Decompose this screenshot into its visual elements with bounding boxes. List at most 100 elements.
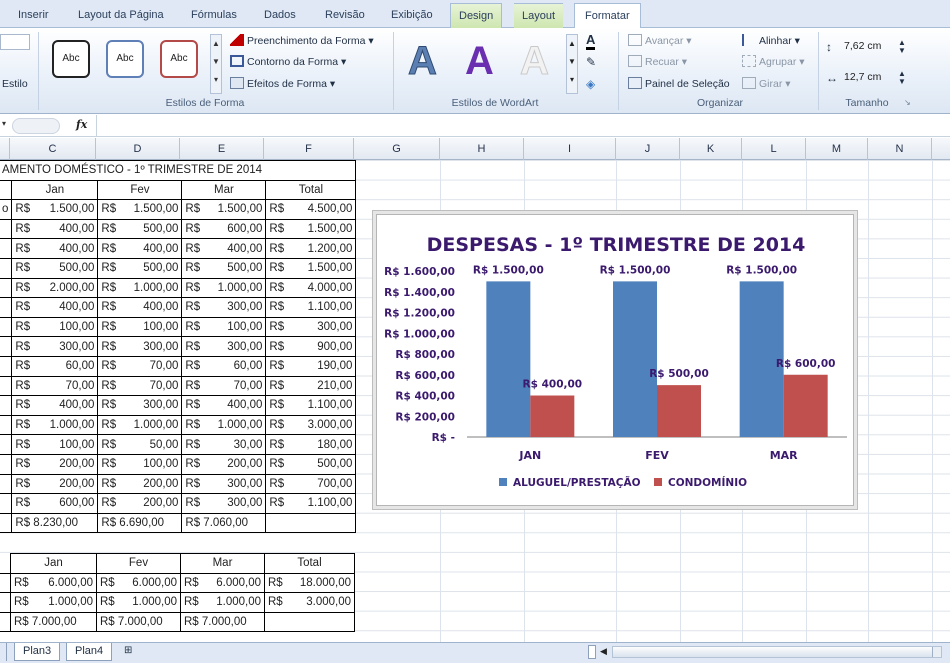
table-cell[interactable]: R$ 400,00 bbox=[181, 238, 267, 259]
table-cell[interactable]: R$ 1.100,00 bbox=[265, 297, 357, 318]
horizontal-scrollbar[interactable] bbox=[612, 646, 942, 658]
table-cell[interactable]: R$ 400,00 bbox=[11, 395, 99, 416]
tab-dados[interactable]: Dados bbox=[264, 6, 296, 28]
table-cell[interactable]: R$ 100,00 bbox=[11, 316, 99, 338]
table-cell[interactable]: R$ 1.000,00 bbox=[11, 414, 99, 436]
summary-cell[interactable]: R$ 6.000,00 bbox=[180, 572, 265, 594]
table-cell[interactable]: R$ 600,00 bbox=[181, 218, 267, 240]
dialog-launcher-icon[interactable]: ↘ bbox=[904, 98, 911, 107]
summary-header-mar[interactable]: Mar bbox=[180, 553, 265, 574]
column-header-h[interactable]: H bbox=[440, 138, 524, 160]
table-cell[interactable]: R$ 190,00 bbox=[265, 355, 357, 377]
truncated-label[interactable]: o bbox=[0, 199, 13, 220]
summary-header-total[interactable]: Total bbox=[264, 553, 355, 574]
summary-cell[interactable]: R$ 1.000,00 bbox=[10, 592, 97, 613]
table-cell[interactable]: R$ 600,00 bbox=[11, 493, 99, 514]
total-cell[interactable]: R$ 6.690,00 bbox=[97, 512, 183, 534]
text-fill-button[interactable]: A bbox=[586, 32, 596, 50]
align-button[interactable]: Alinhar ▾ bbox=[742, 34, 800, 47]
scrollbar-thumb[interactable] bbox=[613, 647, 933, 657]
summary-cell[interactable]: R$ 6.000,00 bbox=[10, 572, 97, 594]
table-cell[interactable]: R$ 210,00 bbox=[265, 375, 357, 397]
column-header-g[interactable]: G bbox=[354, 138, 440, 160]
table-cell[interactable]: R$ 1.000,00 bbox=[181, 414, 267, 436]
table-cell[interactable]: R$ 60,00 bbox=[181, 355, 267, 377]
table-cell[interactable]: R$ 4.000,00 bbox=[265, 277, 357, 299]
column-header-n[interactable]: N bbox=[868, 138, 932, 160]
table-cell[interactable]: R$ 400,00 bbox=[11, 238, 99, 259]
summary-cell[interactable]: R$ 3.000,00 bbox=[264, 592, 355, 613]
table-cell[interactable]: R$ 400,00 bbox=[11, 297, 99, 318]
header-jan[interactable]: Jan bbox=[11, 179, 99, 201]
table-cell[interactable]: R$ 100,00 bbox=[97, 316, 183, 338]
expenses-chart[interactable]: DESPESAS - 1º TRIMESTRE DE 2014 R$ - R$ 20… bbox=[376, 214, 854, 506]
shape-style-2[interactable]: Abc bbox=[106, 40, 144, 78]
table-cell[interactable]: R$ 1.000,00 bbox=[97, 414, 183, 436]
wordart-style-2[interactable]: A bbox=[465, 36, 494, 86]
wordart-style-1[interactable]: A bbox=[408, 36, 438, 86]
table-cell[interactable]: R$ 2.000,00 bbox=[11, 277, 99, 299]
column-header-m[interactable]: M bbox=[806, 138, 868, 160]
table-title[interactable]: AMENTO DOMÉSTICO - 1º TRIMESTRE DE 2014 bbox=[0, 160, 357, 181]
width-spinner-icon[interactable]: ▲ ▼ bbox=[898, 70, 906, 86]
table-cell[interactable]: R$ 300,00 bbox=[181, 473, 267, 495]
column-header-j[interactable]: J bbox=[616, 138, 680, 160]
height-spinner-icon[interactable]: ▲ ▼ bbox=[898, 39, 906, 55]
table-cell[interactable]: R$ 1.200,00 bbox=[265, 238, 357, 259]
summary-total-cell[interactable]: R$ 7.000,00 bbox=[96, 611, 181, 633]
tab-layout-pagina[interactable]: Layout da Página bbox=[78, 6, 164, 28]
total-cell[interactable] bbox=[265, 512, 357, 534]
table-cell[interactable]: R$ 1.500,00 bbox=[11, 199, 99, 220]
total-cell[interactable]: R$ 8.230,00 bbox=[11, 512, 99, 534]
column-header-e[interactable]: E bbox=[180, 138, 264, 160]
table-cell[interactable]: R$ 30,00 bbox=[181, 434, 267, 455]
table-cell[interactable]: R$ 500,00 bbox=[97, 218, 183, 240]
formula-input[interactable] bbox=[96, 115, 950, 136]
column-header-i[interactable]: I bbox=[524, 138, 616, 160]
table-cell[interactable]: R$ 500,00 bbox=[181, 257, 267, 279]
table-cell[interactable]: R$ 1.500,00 bbox=[265, 257, 357, 279]
summary-total-cell[interactable]: R$ 7.000,00 bbox=[180, 611, 265, 633]
table-cell[interactable]: R$ 50,00 bbox=[97, 434, 183, 455]
table-cell[interactable]: R$ 500,00 bbox=[97, 257, 183, 279]
wordart-style-3[interactable]: A bbox=[520, 36, 550, 86]
fx-icon[interactable]: fx bbox=[76, 118, 87, 131]
summary-header-fev[interactable]: Fev bbox=[96, 553, 181, 574]
table-cell[interactable]: R$ 200,00 bbox=[97, 473, 183, 495]
name-box-dropdown-icon[interactable]: ▾ bbox=[2, 119, 6, 128]
current-selection-dropdown[interactable] bbox=[0, 34, 30, 50]
shape-style-1[interactable]: Abc bbox=[52, 40, 90, 78]
table-cell[interactable]: R$ 300,00 bbox=[265, 316, 357, 338]
header-total[interactable]: Total bbox=[265, 179, 357, 201]
format-selection-label[interactable]: Estilo bbox=[2, 78, 28, 90]
table-cell[interactable]: R$ 1.500,00 bbox=[181, 199, 267, 220]
table-cell[interactable]: R$ 400,00 bbox=[97, 238, 183, 259]
table-cell[interactable]: R$ 200,00 bbox=[11, 473, 99, 495]
table-cell[interactable]: R$ 180,00 bbox=[265, 434, 357, 455]
prev-sheet-fragment[interactable] bbox=[0, 643, 7, 661]
table-cell[interactable]: R$ 4.500,00 bbox=[265, 199, 357, 220]
total-cell[interactable]: R$ 7.060,00 bbox=[181, 512, 267, 534]
table-cell[interactable]: R$ 300,00 bbox=[97, 336, 183, 357]
shape-outline-button[interactable]: Contorno da Forma ▾ bbox=[230, 55, 346, 68]
table-cell[interactable]: R$ 200,00 bbox=[181, 453, 267, 475]
table-cell[interactable]: R$ 100,00 bbox=[181, 316, 267, 338]
shape-styles-scroll[interactable]: ▲ ▼ ▾ bbox=[210, 34, 222, 94]
summary-cell[interactable]: R$ 6.000,00 bbox=[96, 572, 181, 594]
tab-inserir[interactable]: Inserir bbox=[18, 6, 49, 28]
tab-design[interactable]: Design bbox=[450, 3, 503, 28]
sheet-tab-plan4[interactable]: Plan4 bbox=[66, 643, 113, 661]
formula-bar-expand[interactable] bbox=[12, 118, 60, 134]
table-cell[interactable]: R$ 300,00 bbox=[97, 395, 183, 416]
table-cell[interactable]: R$ 60,00 bbox=[11, 355, 99, 377]
table-cell[interactable]: R$ 1.000,00 bbox=[181, 277, 267, 299]
scroll-left-icon[interactable]: ◀ bbox=[600, 646, 607, 657]
table-cell[interactable]: R$ 900,00 bbox=[265, 336, 357, 357]
table-cell[interactable]: R$ 70,00 bbox=[97, 355, 183, 377]
text-effects-icon[interactable]: ◈ bbox=[586, 77, 595, 91]
send-backward-button[interactable]: Recuar ▾ bbox=[628, 55, 687, 68]
column-header-k[interactable]: K bbox=[680, 138, 742, 160]
table-cell[interactable]: R$ 70,00 bbox=[97, 375, 183, 397]
table-cell[interactable]: R$ 1.100,00 bbox=[265, 493, 357, 514]
table-cell[interactable]: R$ 300,00 bbox=[181, 336, 267, 357]
